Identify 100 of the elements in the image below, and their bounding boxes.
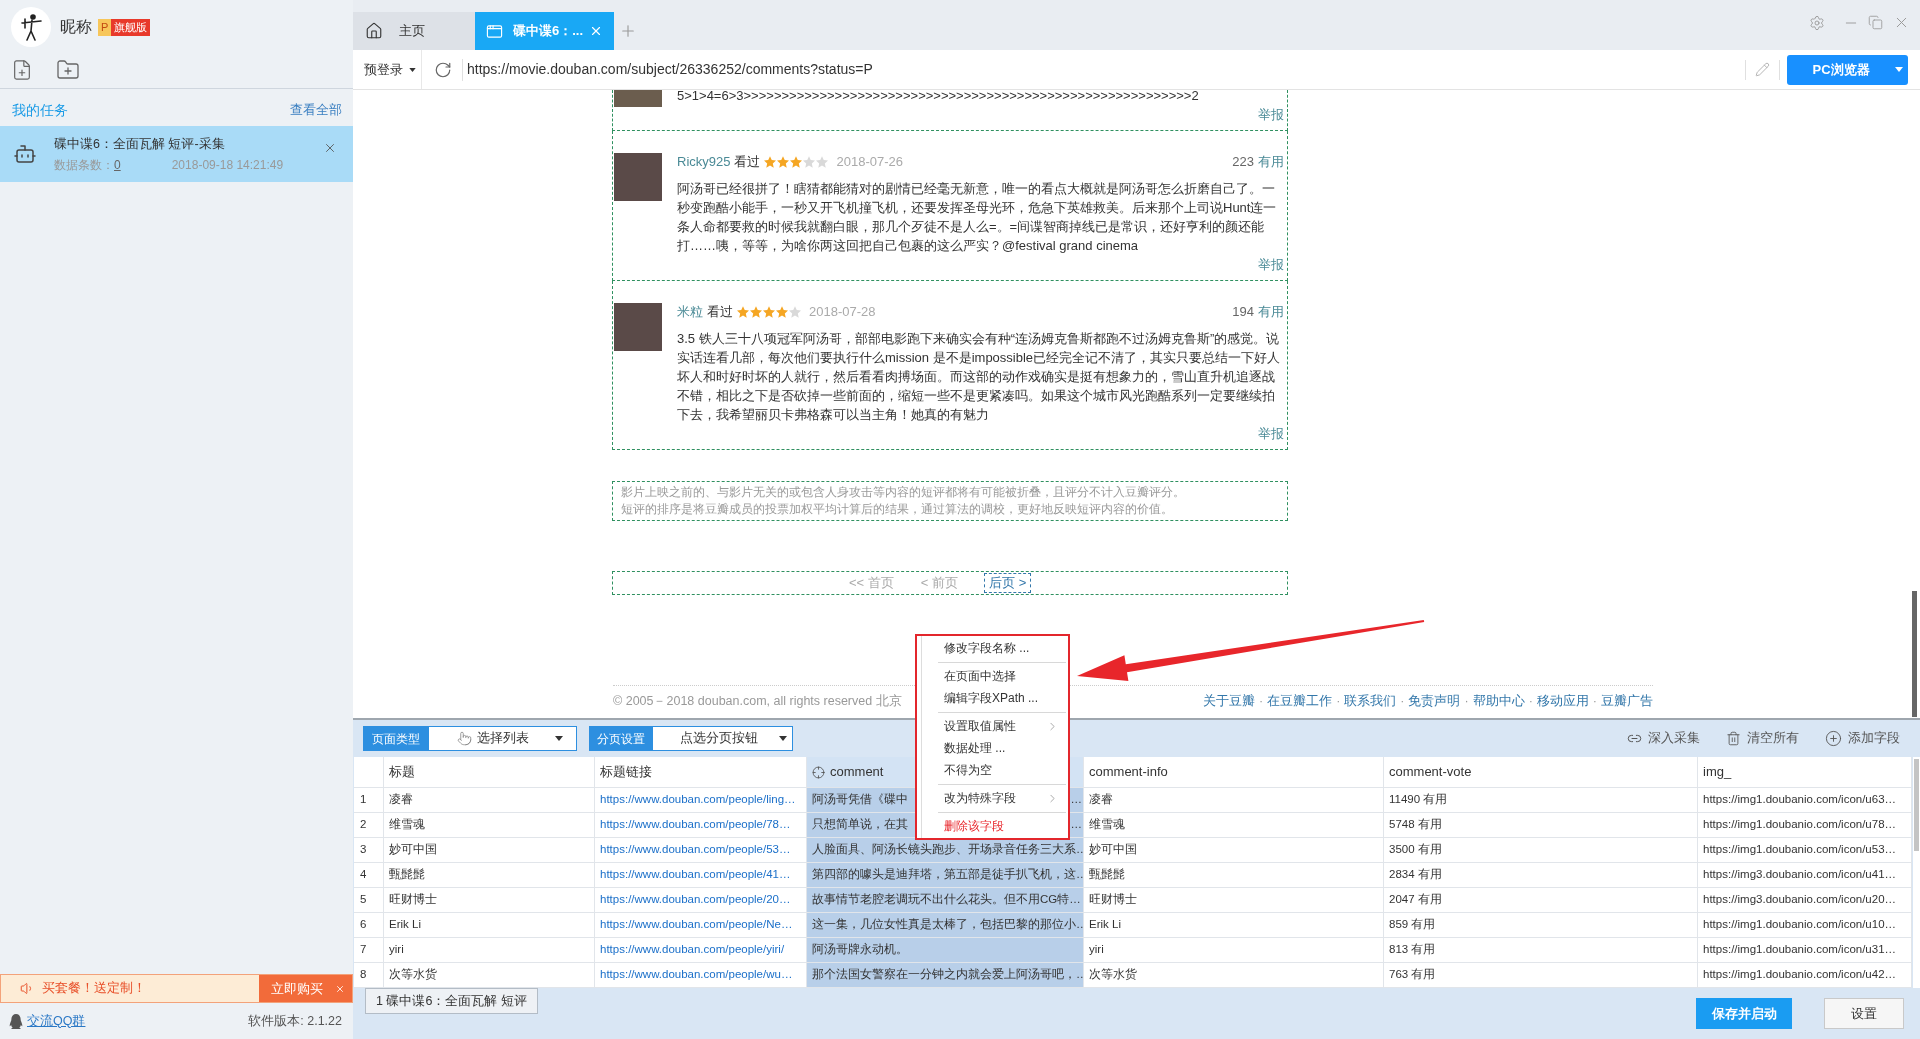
footer-link[interactable]: 免责声明: [1408, 693, 1461, 709]
column-header[interactable]: comment-vote: [1384, 757, 1698, 788]
menu-item[interactable]: 改为特殊字段: [922, 787, 1068, 809]
column-header[interactable]: img_: [1698, 757, 1912, 788]
footer-link[interactable]: 移动应用: [1536, 693, 1589, 709]
link-cell[interactable]: https://www.douban.com/people/yiri/: [595, 938, 807, 963]
footer-link[interactable]: 联系我们: [1344, 693, 1397, 709]
settings-button[interactable]: 设置: [1824, 998, 1904, 1029]
restore-icon[interactable]: [1868, 15, 1883, 30]
link-cell[interactable]: https://img1.doubanio.com/icon/u78…: [1698, 813, 1912, 838]
link-cell[interactable]: https://img3.doubanio.com/icon/u20…: [1698, 888, 1912, 913]
table-cell: 维雪魂: [1084, 813, 1384, 838]
browser-tab[interactable]: 主页: [353, 12, 475, 50]
browser-mode-button[interactable]: PC浏览器: [1787, 54, 1908, 85]
close-icon[interactable]: [323, 141, 337, 155]
pencil-icon[interactable]: [1755, 62, 1770, 77]
paging-select[interactable]: 点选分页按钮: [652, 726, 793, 751]
link-cell[interactable]: https://www.douban.com/people/78…: [595, 813, 807, 838]
scrollbar-thumb[interactable]: [1914, 759, 1919, 851]
link-cell[interactable]: https://img1.doubanio.com/icon/u10…: [1698, 913, 1912, 938]
menu-item[interactable]: 设置取值属性: [922, 715, 1068, 737]
table-cell: 3500 有用: [1384, 838, 1698, 863]
table-cell: Erik Li: [1084, 913, 1384, 938]
user-link[interactable]: 米粒: [677, 303, 703, 321]
menu-item[interactable]: 在页面中选择: [922, 665, 1068, 687]
pre-login-dropdown[interactable]: 预登录: [353, 50, 422, 89]
user-link[interactable]: Ricky925: [677, 153, 731, 171]
save-and-start-button[interactable]: 保存并启动: [1696, 998, 1792, 1029]
task-date: 2018-09-18 14:21:49: [171, 157, 284, 173]
link-cell[interactable]: https://www.douban.com/people/Ne…: [595, 913, 807, 938]
table-cell: yiri: [384, 938, 595, 963]
report-link[interactable]: 举报: [1258, 257, 1284, 273]
link-cell[interactable]: https://www.douban.com/people/ling…: [595, 788, 807, 813]
settings-icon[interactable]: [1809, 14, 1825, 31]
stick-figure-avatar-icon[interactable]: [11, 7, 51, 47]
link-cell[interactable]: https://img1.doubanio.com/icon/u42…: [1698, 963, 1912, 988]
link-cell[interactable]: https://img1.doubanio.com/icon/u63…: [1698, 788, 1912, 813]
menu-item[interactable]: 数据处理 ...: [922, 737, 1068, 759]
close-icon[interactable]: [589, 24, 603, 38]
note-text: 影片上映之前的、与影片无关的或包含人身攻击等内容的短评都将有可能被折叠，且评分不计入豆瓣评分。: [621, 484, 1186, 501]
qq-group-link[interactable]: 交流QQ群: [27, 1011, 86, 1031]
task-tab[interactable]: 1 碟中谍6：全面瓦解 短评: [365, 988, 538, 1014]
new-file-icon[interactable]: [11, 58, 33, 82]
trash-icon: [1726, 731, 1741, 746]
table-cell: 第四部的噱头是迪拜塔，第五部是徒手扒飞机，这…: [807, 863, 1084, 888]
nickname: 昵称: [60, 17, 92, 37]
column-header[interactable]: 标题链接: [595, 757, 807, 788]
table-cell: 人脸面具、阿汤长镜头跑步、开场录音任务三大系…: [807, 838, 1084, 863]
comment-date: 2018-07-28: [809, 303, 876, 321]
paging-label: 分页设置: [589, 726, 652, 751]
address-field[interactable]: https://movie.douban.com/subject/26336252/comments?status=P: [467, 50, 1745, 89]
star-icon: [763, 306, 775, 318]
toolbar-action[interactable]: 深入采集: [1627, 729, 1700, 748]
plus-icon[interactable]: [619, 22, 637, 40]
link-cell[interactable]: https://img1.doubanio.com/icon/u31…: [1698, 938, 1912, 963]
link-cell[interactable]: https://www.douban.com/people/41…: [595, 863, 807, 888]
useful-link[interactable]: 有用: [1258, 153, 1284, 171]
report-link[interactable]: 举报: [1258, 107, 1284, 123]
menu-item[interactable]: 修改字段名称 ...: [922, 637, 1068, 659]
task-item[interactable]: 碟中谍6：全面瓦解 短评-采集 数据条数：0 2018-09-18 14:21:49: [0, 126, 353, 182]
star-icon: [789, 306, 801, 318]
useful-link[interactable]: 有用: [1258, 303, 1284, 321]
link-cell[interactable]: https://www.douban.com/people/20…: [595, 888, 807, 913]
caret-icon: [409, 67, 416, 72]
link-cell[interactable]: https://img1.doubanio.com/icon/u53…: [1698, 838, 1912, 863]
table-cell: 故事情节老腔老调玩不出什么花头。但不用CG特…: [807, 888, 1084, 913]
menu-item[interactable]: 编辑字段XPath ...: [922, 687, 1068, 709]
refresh-icon[interactable]: [434, 60, 452, 79]
footer-link[interactable]: 在豆瓣工作: [1267, 693, 1333, 709]
scrollbar-thumb[interactable]: [1911, 591, 1917, 717]
toolbar-action[interactable]: 添加字段: [1825, 729, 1900, 748]
column-header[interactable]: 标题: [384, 757, 595, 788]
footer-link[interactable]: 豆瓣广告: [1601, 693, 1653, 709]
view-all-link[interactable]: 查看全部: [290, 102, 342, 118]
menu-item[interactable]: 删除该字段: [922, 815, 1068, 837]
footer-link[interactable]: 帮助中心: [1472, 693, 1525, 709]
footer-link[interactable]: 关于豆瓣: [1202, 693, 1255, 709]
link-cell[interactable]: https://img3.doubanio.com/icon/u41…: [1698, 863, 1912, 888]
column-title: 标题: [389, 763, 415, 782]
vote-count: 194: [1232, 303, 1254, 321]
link-cell[interactable]: https://www.douban.com/people/53…: [595, 838, 807, 863]
column-header[interactable]: comment-info: [1084, 757, 1384, 788]
star-icon: [750, 306, 762, 318]
link-cell[interactable]: https://www.douban.com/people/wu…: [595, 963, 807, 988]
star-icon: [790, 156, 803, 168]
new-folder-icon[interactable]: [55, 58, 81, 82]
task-title: 碟中谍6：全面瓦解 短评-采集: [54, 136, 226, 153]
toolbar-action[interactable]: 清空所有: [1726, 729, 1799, 748]
report-link[interactable]: 举报: [1258, 426, 1284, 442]
table-cell: Erik Li: [384, 913, 595, 938]
table-cell: 凌睿: [384, 788, 595, 813]
home-icon: [365, 22, 383, 40]
close-promo-button[interactable]: [335, 975, 352, 1002]
pagination-link[interactable]: 后页 >: [984, 573, 1032, 593]
menu-item[interactable]: 不得为空: [922, 759, 1068, 781]
page-type-select[interactable]: 选择列表: [428, 726, 577, 751]
buy-now-button[interactable]: 立即购买: [259, 975, 335, 1002]
data-count-link[interactable]: 0: [114, 157, 121, 173]
version-text: 软件版本: 2.1.22: [248, 1012, 342, 1030]
table-cell: 妙可中国: [384, 838, 595, 863]
